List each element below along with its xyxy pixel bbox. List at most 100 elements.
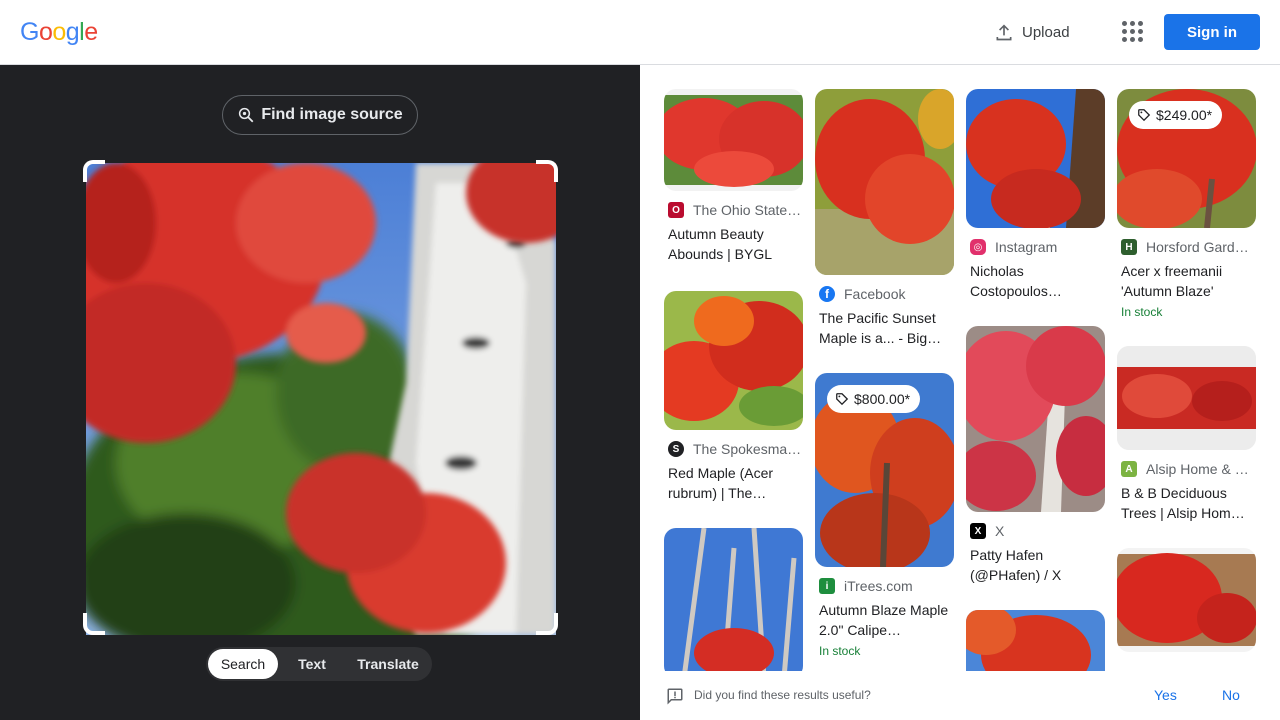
source-name: Alsip Home & …	[1146, 461, 1249, 477]
query-image[interactable]	[86, 163, 556, 635]
result-source: i iTrees.com	[815, 578, 954, 594]
maple-birch-trunk-thumbnail	[966, 326, 1105, 512]
result-thumbnail[interactable]	[815, 89, 954, 275]
instagram-favicon: ◎	[970, 239, 986, 255]
result-thumbnail[interactable]	[664, 291, 803, 430]
red-maple-thumbnail	[664, 291, 803, 430]
logo-letter: G	[20, 18, 39, 46]
upload-button[interactable]: Upload	[986, 14, 1078, 50]
spokesman-favicon: S	[668, 441, 684, 457]
result-title[interactable]: Autumn Blaze Maple 2.0" Calipe…	[815, 600, 954, 640]
result-title[interactable]: Acer x freemanii 'Autumn Blaze'	[1117, 261, 1256, 301]
result-thumbnail[interactable]	[1117, 548, 1256, 652]
result-card[interactable]: O The Ohio State… Autumn Beauty Abounds …	[664, 89, 803, 264]
find-source-label: Find image source	[261, 106, 403, 123]
result-source: f Facebook	[815, 286, 954, 302]
red-maple-thumbnail	[966, 89, 1105, 228]
source-name: The Spokesma…	[693, 441, 802, 457]
horsford-favicon: H	[1121, 239, 1137, 255]
red-maple-thumbnail	[1117, 548, 1256, 652]
google-logo[interactable]: Google	[20, 18, 98, 47]
lens-search-icon	[239, 107, 254, 123]
price-value: $249.00*	[1156, 107, 1213, 123]
result-thumbnail[interactable]	[966, 89, 1105, 228]
result-source: O The Ohio State…	[664, 202, 803, 218]
result-thumbnail[interactable]	[966, 326, 1105, 512]
result-thumbnail[interactable]	[664, 528, 803, 671]
feedback-yes-button[interactable]: Yes	[1154, 687, 1177, 703]
feedback-no-button[interactable]: No	[1222, 687, 1240, 703]
result-card[interactable]: S The Spokesma… Red Maple (Acer rubrum) …	[664, 291, 803, 503]
result-thumbnail[interactable]: $800.00*	[815, 373, 954, 567]
price-tag: $800.00*	[827, 385, 921, 413]
result-source: S The Spokesma…	[664, 441, 803, 457]
feedback-question: Did you find these results useful?	[694, 688, 871, 702]
in-stock-label: In stock	[1121, 305, 1163, 319]
ohio-state-favicon: O	[668, 202, 684, 218]
red-foliage-banner-thumbnail	[1117, 346, 1256, 450]
logo-letter: e	[84, 18, 98, 46]
source-name: Facebook	[844, 286, 906, 302]
result-title[interactable]: B & B Deciduous Trees | Alsip Hom…	[1117, 483, 1256, 523]
in-stock-label: In stock	[819, 644, 861, 658]
result-title[interactable]: Autumn Beauty Abounds | BYGL	[664, 224, 803, 264]
result-card[interactable]: f Facebook The Pacific Sunset Maple is a…	[815, 89, 954, 348]
visual-matches-results: O The Ohio State… Autumn Beauty Abounds …	[640, 65, 1280, 671]
sign-in-button[interactable]: Sign in	[1164, 14, 1260, 50]
result-thumbnail[interactable]	[966, 610, 1105, 671]
tag-icon	[836, 393, 849, 406]
source-name: The Ohio State…	[693, 202, 802, 218]
crop-handle-top-left[interactable]	[83, 160, 105, 182]
result-title[interactable]: Nicholas Costopoulos…	[966, 261, 1105, 301]
google-apps-button[interactable]	[1118, 17, 1146, 45]
upload-icon	[996, 24, 1012, 41]
bare-maple-tree-thumbnail	[664, 528, 803, 671]
upload-label: Upload	[1022, 23, 1070, 41]
tag-icon	[1138, 109, 1151, 122]
crop-handle-top-right[interactable]	[536, 160, 558, 182]
tab-search[interactable]: Search	[208, 649, 278, 679]
result-source: A Alsip Home & …	[1117, 461, 1256, 477]
source-name: X	[995, 523, 1005, 539]
result-card[interactable]: $249.00* H Horsford Gard… Acer x freeman…	[1117, 89, 1256, 319]
price-tag: $249.00*	[1129, 101, 1223, 129]
source-name: Horsford Gard…	[1146, 239, 1249, 255]
result-title[interactable]: Patty Hafen (@PHafen) / X	[966, 545, 1105, 585]
result-source: H Horsford Gard…	[1117, 239, 1256, 255]
logo-letter: g	[65, 18, 80, 46]
result-card[interactable]: X X Patty Hafen (@PHafen) / X	[966, 326, 1105, 585]
result-card[interactable]	[664, 528, 803, 671]
lens-query-panel: Find image source Search Text Translate	[0, 65, 640, 720]
source-name: iTrees.com	[844, 578, 913, 594]
result-card[interactable]	[1117, 548, 1256, 652]
result-thumbnail[interactable]	[664, 89, 803, 191]
result-card[interactable]: ◎ Instagram Nicholas Costopoulos…	[966, 89, 1105, 301]
tab-text[interactable]: Text	[278, 649, 346, 679]
result-card[interactable]: $800.00* i iTrees.com Autumn Blaze Maple…	[815, 373, 954, 658]
tab-translate[interactable]: Translate	[346, 649, 430, 679]
maple-leaves-birch-image	[86, 163, 556, 635]
crop-handle-bottom-left[interactable]	[83, 613, 105, 635]
top-bar: Google Upload Sign in	[0, 0, 1280, 65]
lens-mode-tabs: Search Text Translate	[206, 647, 432, 681]
alsip-favicon: A	[1121, 461, 1137, 477]
logo-letter: o	[52, 18, 66, 46]
itrees-favicon: i	[819, 578, 835, 594]
logo-letter: o	[38, 18, 53, 46]
result-card[interactable]: A Alsip Home & … B & B Deciduous Trees |…	[1117, 346, 1256, 523]
result-source: ◎ Instagram	[966, 239, 1105, 255]
facebook-favicon: f	[819, 286, 835, 302]
feedback-bar: Did you find these results useful? Yes N…	[640, 671, 1280, 720]
feedback-icon	[667, 688, 683, 705]
source-name: Instagram	[995, 239, 1058, 255]
result-source: X X	[966, 523, 1105, 539]
crop-handle-bottom-right[interactable]	[536, 613, 558, 635]
result-thumbnail[interactable]: $249.00*	[1117, 89, 1256, 228]
price-value: $800.00*	[854, 391, 911, 407]
result-thumbnail[interactable]	[1117, 346, 1256, 450]
find-image-source-button[interactable]: Find image source	[222, 95, 418, 135]
result-title[interactable]: Red Maple (Acer rubrum) | The…	[664, 463, 803, 503]
red-maple-thumbnail	[966, 610, 1105, 671]
result-title[interactable]: The Pacific Sunset Maple is a... - Big…	[815, 308, 954, 348]
result-card[interactable]	[966, 610, 1105, 671]
